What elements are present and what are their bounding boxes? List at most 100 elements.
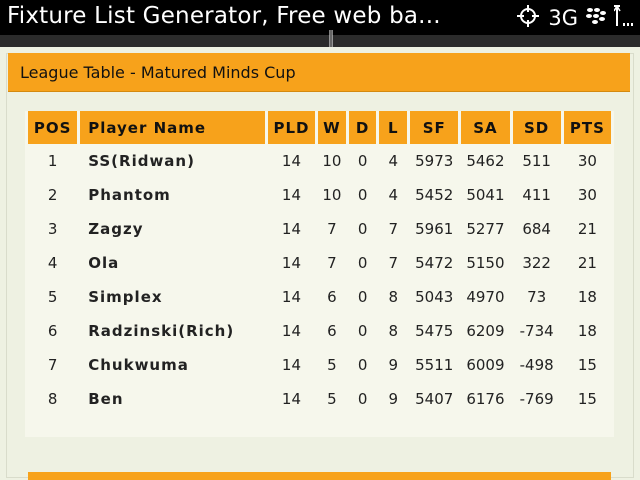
column-header-sf[interactable]: SF	[410, 111, 459, 144]
cell-player-name[interactable]: SS(Ridwan)	[80, 144, 265, 178]
column-header-l[interactable]: L	[379, 111, 408, 144]
cell-sa: 6009	[466, 356, 505, 374]
page-content: League Table - Matured Minds Cup POS Pla…	[0, 47, 640, 480]
cell-sd: 322	[522, 254, 551, 272]
network-type-label: 3G	[548, 6, 578, 30]
table-row: 3 Zagzy 14 7 0 7 5961 5277 684 21	[28, 212, 611, 246]
cell-pts: 15	[577, 356, 597, 374]
signal-antenna-icon	[613, 4, 636, 32]
status-icons: 3G	[516, 5, 636, 31]
cell-sa: 5277	[466, 220, 505, 238]
cell-player-name[interactable]: Chukwuma	[80, 348, 265, 382]
cell-w: 10	[322, 152, 342, 170]
cell-w: 5	[327, 390, 337, 408]
cell-sd: -734	[519, 322, 554, 340]
cell-sd: 511	[522, 152, 551, 170]
column-header-w[interactable]: W	[318, 111, 346, 144]
table-header-row: POS Player Name PLD W D L SF SA SD PTS	[28, 111, 611, 144]
cell-sa: 6209	[466, 322, 505, 340]
cell-l: 8	[388, 288, 399, 306]
cell-sd: -498	[519, 356, 554, 374]
column-header-pts[interactable]: PTS	[563, 111, 611, 144]
cell-d: 0	[357, 254, 368, 272]
cell-sd: 73	[527, 288, 547, 306]
cell-pld: 14	[281, 254, 302, 272]
cell-l: 9	[388, 390, 399, 408]
cell-pos: 3	[47, 220, 58, 238]
cell-player-name[interactable]: Simplex	[80, 280, 265, 314]
cell-player-name[interactable]: Phantom	[80, 178, 265, 212]
cell-d: 0	[357, 356, 368, 374]
cell-pts: 15	[577, 390, 597, 408]
cell-w: 6	[327, 322, 337, 340]
cell-sf: 5973	[415, 152, 454, 170]
cell-d: 0	[357, 288, 368, 306]
cell-player-name[interactable]: Radzinski(Rich)	[80, 314, 265, 348]
cell-w: 6	[327, 288, 337, 306]
column-header-pos[interactable]: POS	[28, 111, 78, 144]
table-row: 4 Ola 14 7 0 7 5472 5150 322 21	[28, 246, 611, 280]
league-table: POS Player Name PLD W D L SF SA SD PTS 1…	[25, 111, 614, 416]
cell-pld: 14	[281, 322, 302, 340]
column-header-sd[interactable]: SD	[512, 111, 561, 144]
blackberry-logo-icon	[586, 7, 606, 29]
cell-pts: 21	[577, 254, 597, 272]
column-header-sa[interactable]: SA	[461, 111, 510, 144]
cell-d: 0	[357, 152, 368, 170]
cell-sd: -769	[519, 390, 554, 408]
cell-sa: 5041	[466, 186, 505, 204]
cell-w: 5	[327, 356, 337, 374]
cell-pld: 14	[281, 356, 302, 374]
cell-pld: 14	[281, 186, 302, 204]
cell-player-name[interactable]: Ben	[80, 382, 265, 416]
cell-l: 4	[388, 152, 399, 170]
cell-pld: 14	[281, 152, 302, 170]
cell-sd: 684	[522, 220, 551, 238]
table-row: 8 Ben 14 5 0 9 5407 6176 -769 15	[28, 382, 611, 416]
cell-pts: 18	[577, 288, 597, 306]
column-header-d[interactable]: D	[348, 111, 377, 144]
table-row: 2 Phantom 14 10 0 4 5452 5041 411 30	[28, 178, 611, 212]
cell-d: 0	[357, 220, 368, 238]
table-row: 5 Simplex 14 6 0 8 5043 4970 73 18	[28, 280, 611, 314]
table-row: 1 SS(Ridwan) 14 10 0 4 5973 5462 511 30	[28, 144, 611, 178]
app-title: Fixture List Generator, Free web ba...	[7, 3, 441, 29]
league-table-container: POS Player Name PLD W D L SF SA SD PTS 1…	[25, 111, 614, 437]
cell-player-name[interactable]: Ola	[80, 246, 265, 280]
cell-d: 0	[357, 186, 368, 204]
cell-sa: 5462	[466, 152, 505, 170]
cell-sf: 5511	[415, 356, 454, 374]
cell-pld: 14	[281, 288, 302, 306]
cell-l: 7	[388, 220, 399, 238]
cell-d: 0	[357, 390, 368, 408]
cell-w: 10	[322, 186, 342, 204]
scroll-indicator-bar	[0, 35, 640, 80]
cell-l: 8	[388, 322, 399, 340]
cell-sa: 4970	[466, 288, 505, 306]
cell-sf: 5472	[415, 254, 454, 272]
cell-sf: 5452	[415, 186, 454, 204]
cell-l: 9	[388, 356, 399, 374]
cell-pos: 8	[47, 390, 58, 408]
cell-sd: 411	[522, 186, 551, 204]
cell-pts: 21	[577, 220, 597, 238]
cell-sa: 6176	[466, 390, 505, 408]
cell-pos: 6	[47, 322, 58, 340]
location-crosshair-icon	[516, 4, 540, 32]
page-title: League Table - Matured Minds Cup	[20, 63, 296, 82]
column-header-pld[interactable]: PLD	[267, 111, 316, 144]
cell-d: 0	[357, 322, 368, 340]
cell-pts: 30	[577, 152, 597, 170]
cell-pos: 5	[47, 288, 58, 306]
cell-pts: 18	[577, 322, 597, 340]
table-row: 6 Radzinski(Rich) 14 6 0 8 5475 6209 -73…	[28, 314, 611, 348]
cell-pos: 2	[47, 186, 58, 204]
panel-header: League Table - Matured Minds Cup	[8, 53, 630, 92]
cell-pts: 30	[577, 186, 597, 204]
cell-l: 7	[388, 254, 399, 272]
cell-player-name[interactable]: Zagzy	[80, 212, 265, 246]
column-header-player-name[interactable]: Player Name	[80, 111, 265, 144]
table-row: 7 Chukwuma 14 5 0 9 5511 6009 -498 15	[28, 348, 611, 382]
cell-sf: 5043	[415, 288, 454, 306]
cell-l: 4	[388, 186, 399, 204]
